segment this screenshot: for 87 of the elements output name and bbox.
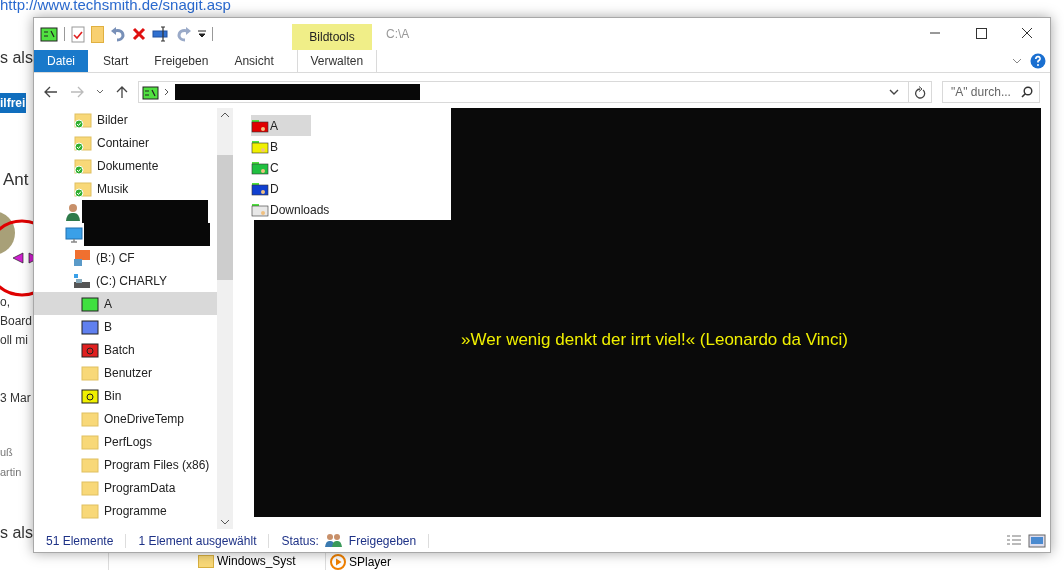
tree-item[interactable]: Musik bbox=[34, 177, 217, 200]
context-tab-header: Bildtools bbox=[292, 24, 372, 50]
drive-icon bbox=[73, 272, 91, 289]
tree-item[interactable]: B bbox=[34, 315, 217, 338]
item-label[interactable]: SPlayer bbox=[349, 555, 392, 569]
page-text: 3 Mar bbox=[0, 391, 31, 406]
page-text: s als bbox=[0, 48, 33, 68]
dropdown-icon[interactable] bbox=[95, 89, 104, 95]
quote-text: »Wer wenig denkt der irrt viel!« (Leonardo da Vinci) bbox=[461, 329, 848, 350]
tree-item[interactable]: Dokumente bbox=[34, 154, 217, 177]
folder-icon bbox=[81, 341, 99, 358]
help-icon[interactable] bbox=[1030, 53, 1046, 69]
card-drive-icon bbox=[73, 248, 91, 267]
tree-item[interactable]: OneDriveTemp bbox=[34, 407, 217, 430]
selection-count: 1 Element ausgewählt bbox=[138, 533, 257, 548]
window-title: C:\A bbox=[386, 27, 410, 41]
ribbon-tab[interactable]: Datei bbox=[34, 50, 88, 72]
properties-icon[interactable] bbox=[71, 25, 85, 43]
page-text: uß bbox=[0, 446, 13, 460]
tree-item[interactable]: Program Files (x86) bbox=[34, 453, 217, 476]
tree-item[interactable]: (B:) CF bbox=[34, 246, 217, 269]
url-link[interactable]: http://www.techsmith.de/snagit.asp bbox=[0, 0, 231, 13]
tree-item[interactable]: Container bbox=[34, 131, 217, 154]
ribbon-tab[interactable]: Start bbox=[90, 50, 142, 72]
folder-icon bbox=[74, 180, 92, 197]
tree-item[interactable]: (C:) CHARLY bbox=[34, 269, 217, 292]
page-text[interactable]: ilfrei bbox=[0, 93, 27, 114]
page-text: oll mi bbox=[0, 333, 28, 348]
folder-icon bbox=[81, 433, 99, 450]
folder-icon bbox=[81, 295, 99, 312]
share-status: Freigegeben bbox=[348, 533, 417, 548]
ribbon-tab[interactable]: Freigeben bbox=[141, 50, 222, 72]
tree-item[interactable]: PerfLogs bbox=[34, 430, 217, 453]
item-label[interactable]: Windows_Syst bbox=[217, 554, 296, 568]
customize-dropdown-icon[interactable] bbox=[198, 30, 206, 38]
up-arrow-icon[interactable] bbox=[115, 85, 128, 99]
users-icon bbox=[324, 533, 343, 548]
tree-item[interactable]: Benutzer bbox=[34, 361, 217, 384]
file-item[interactable]: Downloads bbox=[251, 199, 451, 220]
ribbon-tab[interactable]: Ansicht bbox=[221, 50, 287, 72]
folder-icon bbox=[81, 456, 99, 473]
chevron-right-icon bbox=[163, 88, 170, 96]
file-item[interactable]: C bbox=[251, 157, 451, 178]
tree-item[interactable]: A bbox=[34, 292, 217, 315]
file-item[interactable]: B bbox=[251, 136, 451, 157]
tree-item[interactable]: Bilder bbox=[34, 108, 217, 131]
refresh-icon[interactable] bbox=[914, 85, 926, 99]
search-icon bbox=[1021, 86, 1033, 98]
page-text: o, bbox=[0, 295, 10, 310]
folder-icon bbox=[74, 157, 92, 174]
delete-icon[interactable] bbox=[132, 27, 146, 41]
folder-icon bbox=[81, 502, 99, 519]
tree-item[interactable]: ProgramData bbox=[34, 476, 217, 499]
folder-icon bbox=[81, 387, 99, 404]
folder-icon bbox=[74, 111, 92, 128]
dropdown-icon[interactable] bbox=[889, 88, 899, 96]
scrollbar[interactable] bbox=[217, 108, 233, 529]
folder-icon bbox=[81, 479, 99, 496]
folder-icon bbox=[74, 134, 92, 151]
folder-icon bbox=[81, 410, 99, 427]
chevron-icon[interactable] bbox=[1012, 57, 1022, 65]
file-item[interactable]: D bbox=[251, 178, 451, 199]
tree-item[interactable]: Batch bbox=[34, 338, 217, 361]
item-count: 51 Elemente bbox=[46, 533, 114, 548]
folder-icon bbox=[198, 554, 214, 568]
ribbon-tab[interactable]: Verwalten bbox=[296, 50, 377, 72]
status-label: Status: bbox=[281, 533, 319, 548]
address-bar[interactable] bbox=[137, 81, 932, 103]
page-text: Ant bbox=[3, 170, 29, 191]
large-icons-view-icon[interactable] bbox=[1028, 533, 1046, 548]
tree-item[interactable]: Bin bbox=[34, 384, 217, 407]
page-text: artin bbox=[0, 466, 22, 480]
computer-icon bbox=[65, 226, 83, 243]
rename-icon[interactable] bbox=[152, 26, 170, 42]
back-arrow-icon[interactable] bbox=[44, 86, 58, 98]
folder-icon[interactable] bbox=[40, 26, 58, 42]
file-item[interactable]: A bbox=[251, 115, 311, 136]
user-icon bbox=[65, 202, 81, 221]
folder-icon bbox=[141, 84, 159, 100]
tree-item[interactable]: Programme bbox=[34, 499, 217, 522]
folder-icon bbox=[81, 318, 99, 335]
avatar bbox=[0, 210, 16, 256]
folder-icon bbox=[81, 364, 99, 381]
page-text: Board bbox=[0, 314, 33, 329]
undo-icon[interactable] bbox=[110, 26, 126, 42]
page-text: s als bbox=[0, 523, 33, 543]
search-field[interactable]: "A" durch... bbox=[942, 81, 1040, 103]
